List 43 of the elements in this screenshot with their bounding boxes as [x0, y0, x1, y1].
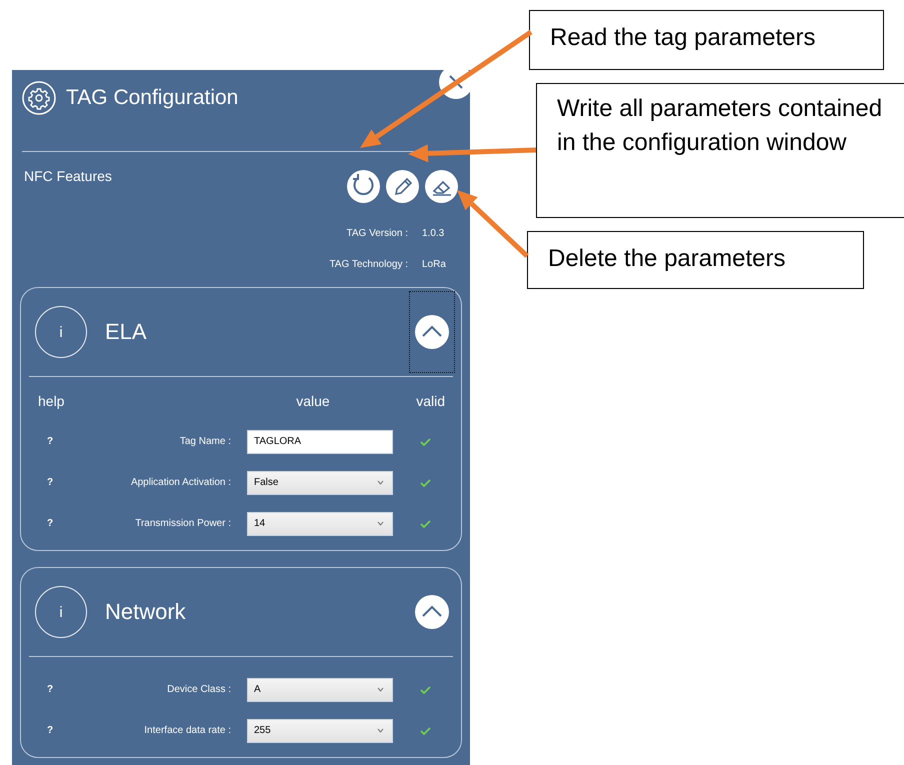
field-label: Transmission Power :: [134, 518, 232, 529]
dropdown[interactable]: 14: [247, 512, 393, 536]
field-label: Tag Name :: [178, 436, 232, 447]
column-header: valid: [416, 393, 446, 409]
dropdown[interactable]: False: [247, 470, 393, 494]
callout-note: Delete the parameters: [527, 231, 864, 289]
text-field[interactable]: TAGLORA: [247, 430, 393, 454]
panel-title: TAG Configuration: [66, 86, 238, 110]
caret-icon: [377, 687, 384, 692]
help-link[interactable]: ?: [29, 684, 69, 695]
chevron-up-icon: [415, 595, 449, 629]
info-icon[interactable]: i: [35, 586, 87, 638]
info-value: LoRa: [422, 259, 447, 270]
dropdown[interactable]: A: [247, 678, 393, 702]
column-header: value: [296, 393, 331, 409]
arrow: [457, 190, 529, 258]
help-link[interactable]: ?: [29, 725, 69, 736]
section-title: ELA: [105, 319, 148, 345]
settings-icon: [22, 81, 56, 115]
erase-button[interactable]: [425, 170, 458, 203]
dropdown[interactable]: 255: [247, 718, 393, 742]
field-label: Device Class :: [166, 684, 232, 695]
info-icon[interactable]: i: [35, 306, 87, 358]
chevron-up-icon: [415, 315, 449, 349]
column-header: help: [37, 393, 66, 409]
info-label: TAG Version :: [345, 228, 409, 239]
callout-note: Read the tag parameters: [529, 10, 884, 70]
help-link[interactable]: ?: [29, 518, 69, 529]
help-link[interactable]: ?: [29, 436, 69, 447]
section-title: Network: [105, 599, 187, 625]
field-label: Application Activation :: [130, 477, 232, 488]
refresh-button[interactable]: [347, 170, 380, 203]
caret-icon: [377, 521, 384, 526]
caret-icon: [377, 480, 384, 485]
info-label: TAG Technology :: [328, 259, 409, 270]
edit-button[interactable]: [386, 170, 419, 203]
collapse-button[interactable]: [409, 291, 455, 373]
field-label: Interface data rate :: [143, 725, 232, 736]
caret-icon: [377, 728, 384, 733]
section-subtitle: NFC Features: [24, 168, 112, 186]
help-link[interactable]: ?: [29, 477, 69, 488]
info-value: 1.0.3: [422, 228, 446, 239]
callout-note: Write all parameters contained in the configuration window: [536, 83, 904, 218]
